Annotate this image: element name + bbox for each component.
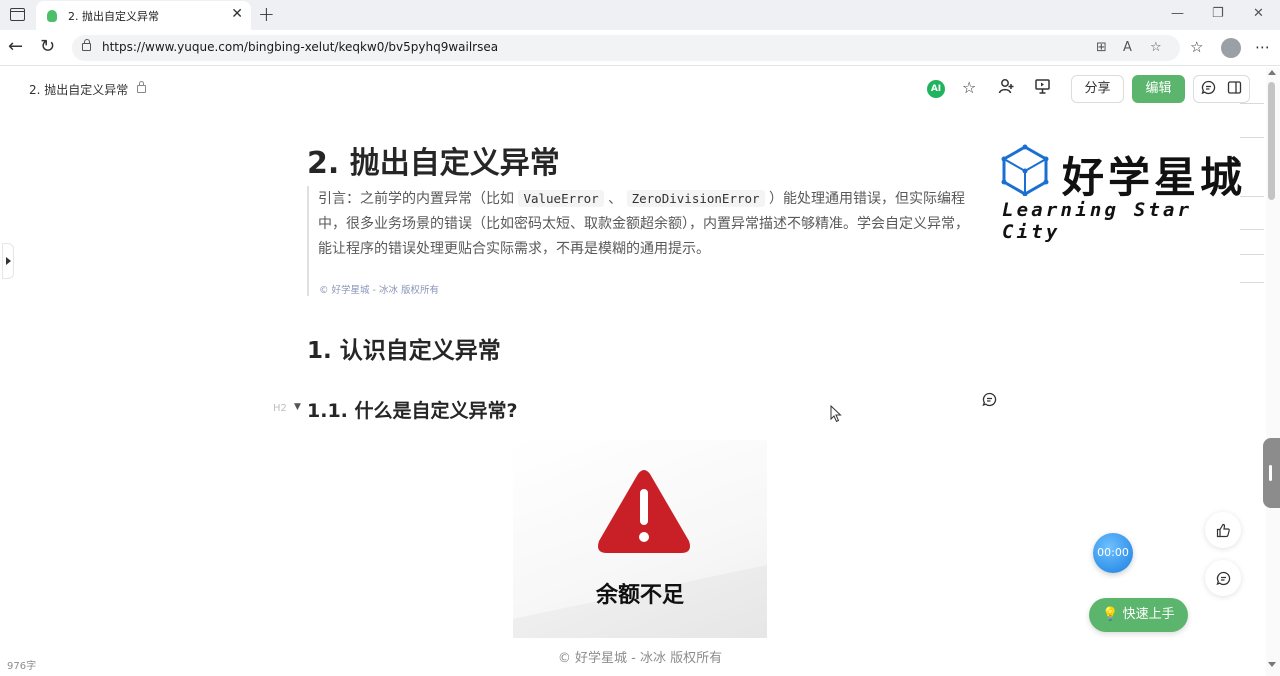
image-label-text: 余额不足 — [595, 583, 684, 608]
intro-quote-text: 引言：之前学的内置异常（比如 ValueError 、 ZeroDivision… — [318, 186, 979, 262]
minimize-button[interactable]: — — [1171, 6, 1184, 21]
heading-level-marker: H2 — [273, 403, 287, 414]
url-text: https://www.yuque.com/bingbing-xelut/keq… — [102, 40, 499, 54]
reload-button[interactable]: ↻ — [40, 36, 55, 57]
favicon-icon — [47, 10, 57, 22]
sidebar-icon[interactable] — [1227, 80, 1242, 99]
sidebar-expand-toggle[interactable] — [2, 243, 14, 279]
inline-code-zerodivisionerror: ZeroDivisionError — [626, 190, 765, 207]
outline-line[interactable] — [1240, 103, 1264, 104]
more-menu-icon[interactable]: ⋯ — [1255, 38, 1270, 56]
subsection-heading: 1.1. 什么是自定义异常? — [307, 400, 518, 422]
outline-line[interactable] — [1240, 196, 1264, 197]
window-menu-icon[interactable] — [10, 8, 25, 21]
browser-tab[interactable]: 2. 抛出自定义异常 ✕ — [36, 1, 251, 30]
paragraph-comment-icon[interactable] — [982, 392, 997, 411]
word-count: 976字 — [7, 661, 37, 672]
logo-english-text: Learning Star City — [1002, 199, 1193, 243]
comment-icon[interactable] — [1201, 80, 1216, 99]
timer-widget[interactable]: 00:00 — [1093, 533, 1133, 573]
back-button[interactable]: ← — [8, 36, 23, 57]
insufficient-balance-image: 余额不足 — [513, 440, 767, 638]
close-window-button[interactable]: ✕ — [1253, 6, 1264, 21]
collapse-caret-icon[interactable]: ▼ — [294, 402, 301, 412]
side-panel-handle[interactable] — [1263, 438, 1280, 508]
thumbs-up-icon[interactable] — [1205, 512, 1241, 548]
quote-text-part1: 引言：之前学的内置异常（比如 — [318, 191, 519, 207]
bulb-icon: 💡 — [1102, 607, 1119, 622]
favorite-star-icon[interactable]: ☆ — [1150, 40, 1162, 55]
tab-close-icon[interactable]: ✕ — [231, 6, 243, 22]
apps-icon[interactable]: ⊞ — [1096, 40, 1107, 55]
scroll-up-arrow-icon[interactable] — [1268, 70, 1276, 75]
outline-line[interactable] — [1240, 254, 1264, 255]
header-tool-group — [1193, 75, 1250, 103]
tab-title: 2. 抛出自定义异常 — [68, 10, 159, 23]
address-bar-row: ← ↻ https://www.yuque.com/bingbing-xelut… — [0, 30, 1280, 66]
quote-copyright: © 好学星城 - 冰冰 版权所有 — [319, 285, 440, 296]
scroll-down-arrow-icon[interactable] — [1268, 662, 1276, 667]
quote-separator: 、 — [603, 191, 627, 207]
star-icon[interactable]: ☆ — [962, 78, 976, 97]
present-icon[interactable] — [1034, 78, 1051, 99]
doc-breadcrumb-title: 2. 抛出自定义异常 — [29, 83, 129, 97]
logo-cube-icon — [1001, 144, 1049, 196]
doc-lock-icon — [137, 81, 146, 93]
brand-logo: 好学星城 Learning Star City — [998, 142, 1260, 243]
comment-float-icon[interactable] — [1205, 560, 1241, 596]
logo-chinese-text: 好学星城 — [1062, 153, 1247, 202]
quickstart-label: 快速上手 — [1122, 607, 1175, 622]
section-heading: 1. 认识自定义异常 — [307, 338, 501, 364]
inline-code-valueerror: ValueError — [518, 190, 604, 207]
url-field[interactable]: https://www.yuque.com/bingbing-xelut/keq… — [72, 35, 1180, 61]
warning-icon — [598, 470, 690, 553]
ai-assistant-icon[interactable]: AI — [927, 80, 945, 98]
restore-button[interactable]: ❐ — [1212, 6, 1224, 21]
image-caption: © 好学星城 - 冰冰 版权所有 — [557, 651, 723, 666]
edit-button[interactable]: 编辑 — [1132, 75, 1185, 103]
mouse-cursor-icon — [830, 405, 842, 423]
read-aloud-icon[interactable]: A — [1123, 40, 1132, 55]
outline-line[interactable] — [1240, 282, 1264, 283]
outline-line[interactable] — [1240, 229, 1264, 230]
quickstart-button[interactable]: 💡 快速上手 — [1089, 598, 1188, 632]
favorites-icon[interactable]: ☆ — [1190, 38, 1203, 56]
outline-line[interactable] — [1240, 137, 1264, 138]
intro-quote: 引言：之前学的内置异常（比如 ValueError 、 ZeroDivision… — [307, 186, 979, 296]
add-user-icon[interactable] — [998, 78, 1015, 99]
profile-avatar[interactable] — [1221, 38, 1241, 58]
scrollbar-thumb[interactable] — [1268, 82, 1275, 200]
browser-tabbar: 2. 抛出自定义异常 ✕ + — ❐ ✕ — [0, 0, 1280, 30]
lock-icon — [82, 39, 91, 51]
share-button[interactable]: 分享 — [1071, 75, 1124, 103]
article-title: 2. 抛出自定义异常 — [307, 146, 560, 181]
new-tab-button[interactable]: + — [258, 2, 275, 26]
